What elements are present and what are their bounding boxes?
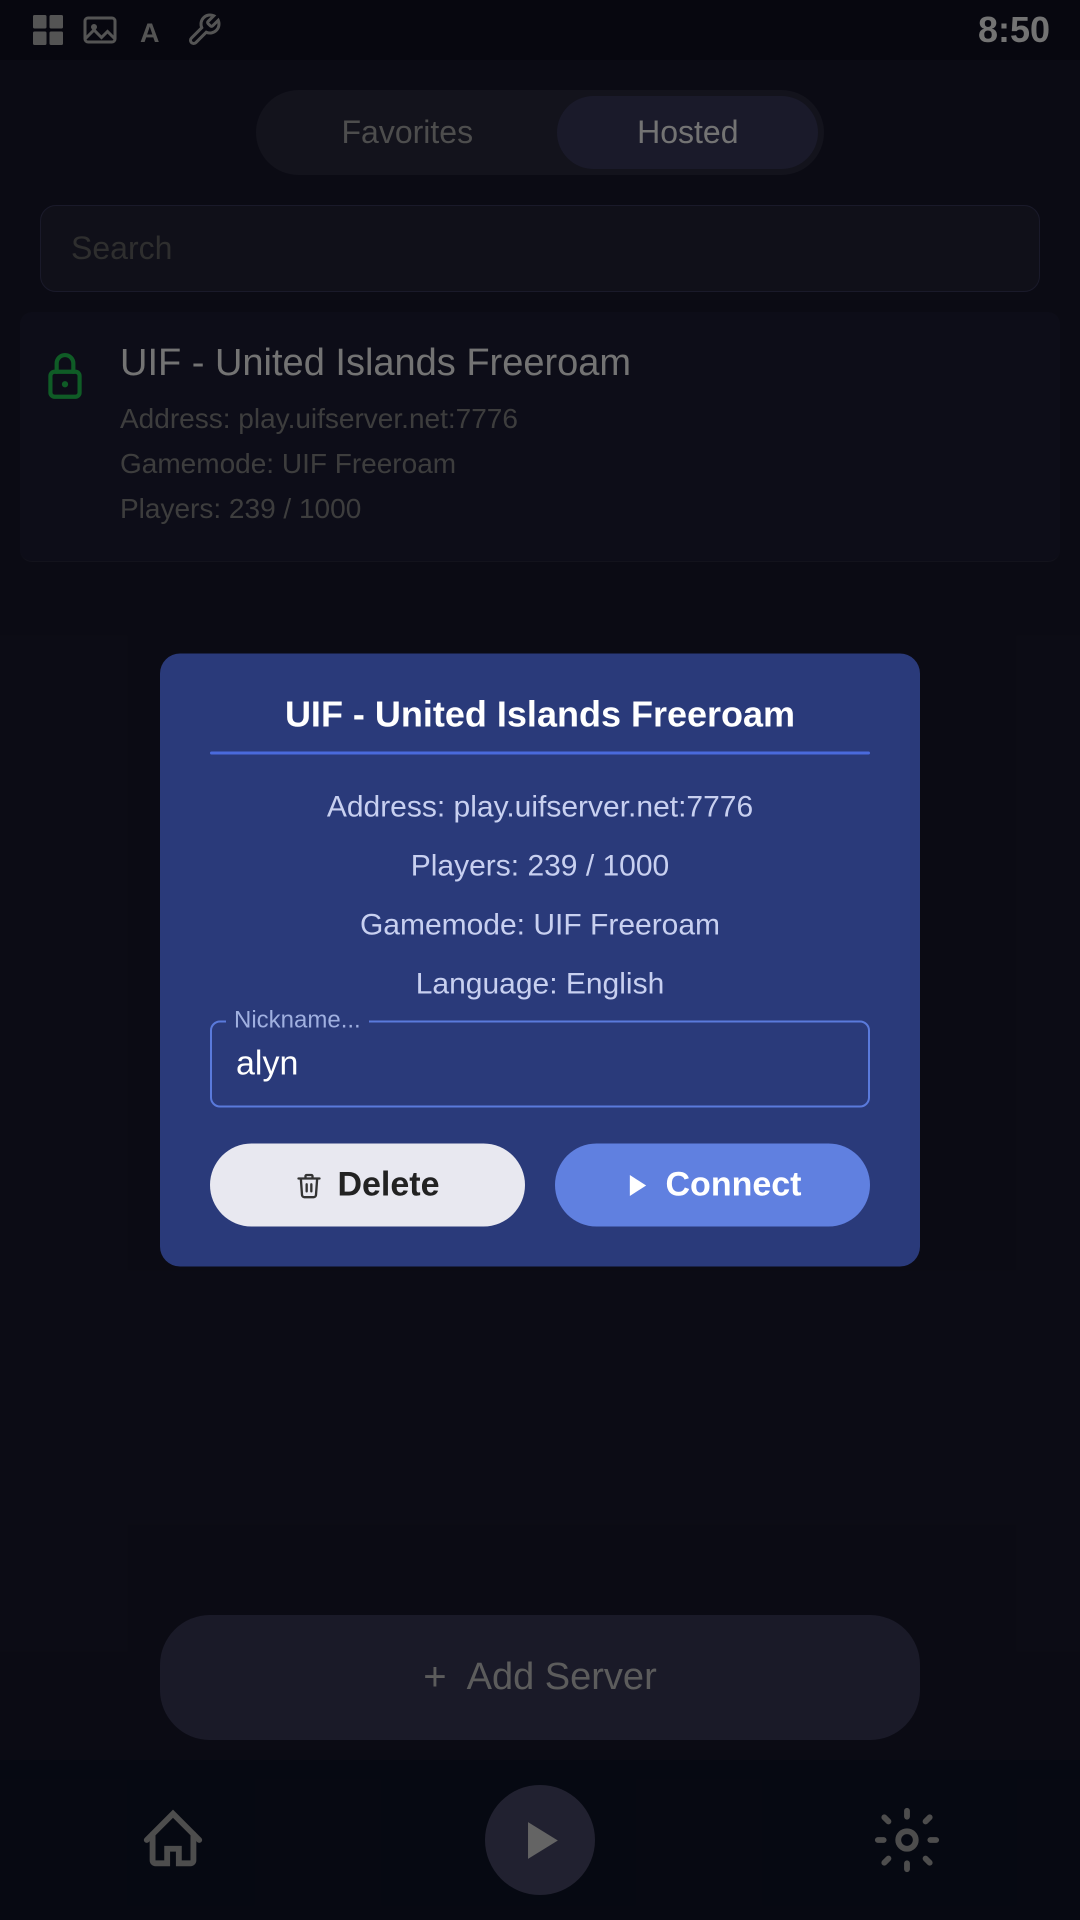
modal-title: UIF - United Islands Freeroam [210,694,870,736]
delete-button[interactable]: Delete [210,1144,525,1227]
modal-players: Players: 239 / 1000 [210,844,870,889]
nickname-field-wrapper: Nickname... [210,1021,870,1108]
connect-label: Connect [666,1166,802,1205]
nickname-label: Nickname... [226,1007,369,1035]
play-icon [624,1171,652,1199]
modal-divider [210,752,870,755]
modal-language: Language: English [210,962,870,1007]
delete-label: Delete [337,1166,439,1205]
server-detail-modal: UIF - United Islands Freeroam Address: p… [160,654,920,1267]
trash-icon [295,1171,323,1199]
modal-gamemode: Gamemode: UIF Freeroam [210,903,870,948]
modal-buttons: Delete Connect [210,1144,870,1227]
connect-button[interactable]: Connect [555,1144,870,1227]
modal-address: Address: play.uifserver.net:7776 [210,785,870,830]
